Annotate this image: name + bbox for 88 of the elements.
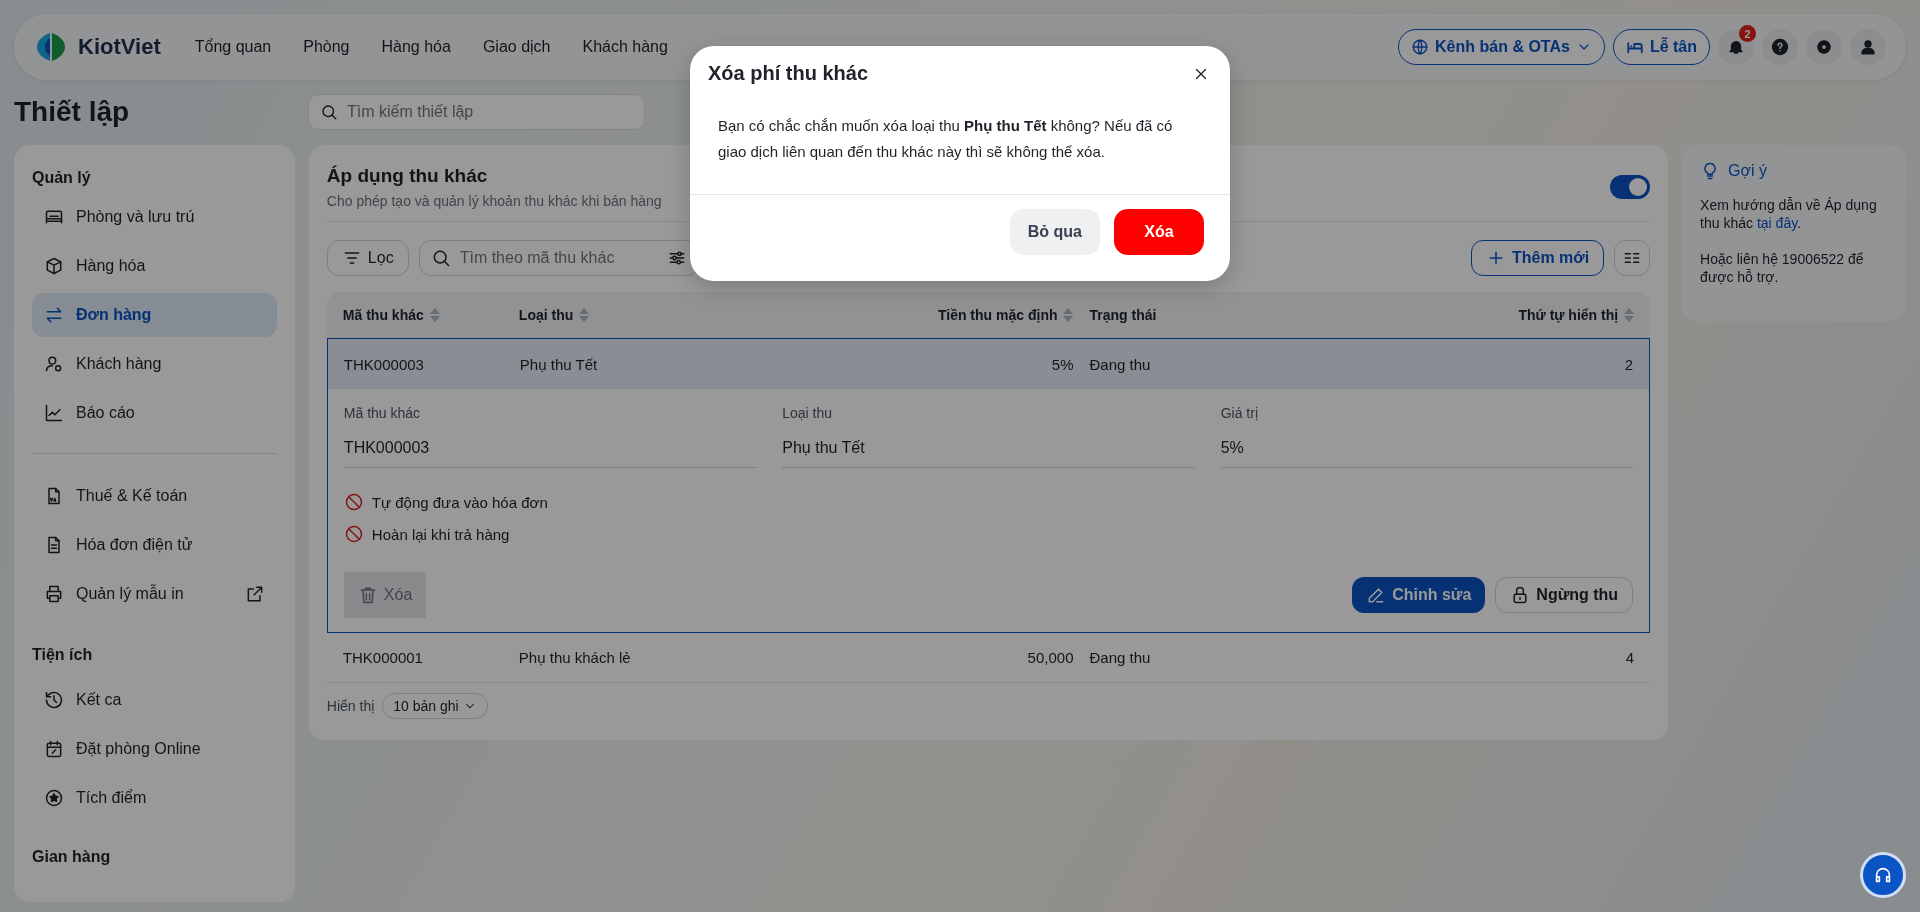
logo-icon	[34, 30, 68, 64]
option-label: Hoàn lại khi trả hàng	[371, 525, 510, 543]
sidebar-item[interactable]: Hóa đơn điện tử	[32, 523, 277, 567]
column-header: Thứ tự hiển thị	[1518, 307, 1619, 323]
field-label: Mã thu khác	[343, 405, 422, 421]
sidebar-item[interactable]: Kết ca	[32, 678, 277, 722]
settings-search-field[interactable]: Tìm kiếm thiết lập	[308, 94, 645, 130]
column-settings-button[interactable]	[1614, 240, 1651, 276]
nav-item[interactable]: Khách hàng	[570, 30, 680, 64]
guide-text: Xem hướng dẫn về Áp dụng thu khác tại đây.	[1700, 195, 1878, 233]
page-size-label: Hiển thị	[326, 698, 375, 714]
sidebar-section-title: Tiện ích	[32, 646, 94, 664]
dialog-message: Bạn có chắc chắn muốn xóa loại thu Phụ thu Tết không? Nếu đã có giao dịch liên quan đến thu khác này thì sẽ không thể xóa.	[690, 85, 1230, 195]
arrows-icon	[44, 305, 64, 325]
table-cell: 4	[1625, 649, 1635, 666]
stop-button[interactable]: Ngừng thu	[1495, 577, 1634, 613]
field-value: Phụ thu Tết	[782, 431, 1195, 468]
table-cell: 5%	[1051, 355, 1074, 373]
calendar-icon	[44, 739, 64, 759]
table-cell: THK000001	[342, 649, 423, 666]
table-cell: THK000003	[343, 355, 424, 373]
sidebar-item[interactable]: Tích điểm	[32, 776, 277, 820]
dialog-title: Xóa phí thu khác	[708, 62, 869, 85]
help-icon	[1771, 38, 1789, 56]
sidebar-item[interactable]: Đơn hàng	[32, 293, 277, 337]
table-cell: Đang thu	[1089, 649, 1151, 666]
help-button[interactable]	[1762, 29, 1798, 65]
brand-name: KiotViet	[78, 34, 161, 60]
table-cell: 50,000	[1027, 649, 1074, 666]
table-cell: Phụ thu khách lẻ	[518, 649, 631, 666]
history-icon	[44, 690, 64, 710]
globe-icon	[1411, 38, 1430, 56]
chart-icon	[44, 403, 64, 423]
field-label: Loại thu	[782, 405, 834, 421]
user-icon	[1859, 38, 1877, 56]
support-chat-button[interactable]	[1860, 852, 1906, 898]
column-header: Trạng thái	[1089, 307, 1157, 323]
sidebar-item[interactable]: Thuế & Kế toán	[32, 474, 277, 518]
sidebar-section-title: Gian hàng	[32, 848, 112, 866]
field-value: 5%	[1220, 431, 1634, 468]
account-button[interactable]	[1850, 29, 1886, 65]
sidebar-section-title: Quản lý	[32, 169, 92, 187]
star-circle-icon	[44, 788, 64, 808]
cancel-button[interactable]: Bỏ qua	[1009, 208, 1100, 255]
nav-item[interactable]: Phòng	[291, 30, 362, 64]
filter-button[interactable]: Lọc	[326, 240, 409, 276]
channel-button[interactable]: Kênh bán & OTAs	[1398, 29, 1605, 65]
section-description: Cho phép tạo và quản lý khoản thu khác khi bán hàng	[326, 193, 662, 209]
bed-icon	[44, 207, 64, 227]
contact-text: Hoặc liên hệ 19006522 để được hỗ trợ.	[1700, 250, 1865, 287]
table-cell: Phụ thu Tết	[519, 355, 598, 373]
sidebar-item[interactable]: Báo cáo	[32, 391, 277, 435]
sort-icon	[429, 308, 440, 322]
nav-item[interactable]: Hàng hóa	[369, 30, 463, 64]
sidebar-item[interactable]: Đặt phòng Online	[32, 727, 277, 771]
option-label: Tự động đưa vào hóa đơn	[371, 493, 548, 511]
column-header: Loại thu	[518, 307, 574, 323]
section-title: Áp dụng thu khác	[326, 165, 489, 187]
user-icon	[44, 354, 64, 374]
nav-item[interactable]: Tổng quan	[182, 30, 284, 64]
confirm-delete-button[interactable]: Xóa	[1114, 208, 1204, 255]
bell-icon	[1727, 38, 1745, 56]
nav-item[interactable]: Giao dịch	[470, 30, 563, 64]
settings-button[interactable]	[1806, 29, 1842, 65]
hint-title: Gợi ý	[1728, 161, 1768, 181]
sidebar-item[interactable]: Phòng và lưu trú	[32, 195, 277, 239]
page-title: Thiết lập	[14, 96, 131, 128]
add-button[interactable]: Thêm mới	[1470, 240, 1605, 276]
column-header: Tiền thu mặc định	[937, 307, 1058, 323]
field-label: Giá trị	[1220, 405, 1260, 421]
field-value: THK000003	[343, 431, 757, 468]
column-header: Mã thu khác	[342, 307, 424, 323]
table-cell: Đang thu	[1089, 355, 1151, 373]
table-cell: 2	[1624, 355, 1634, 373]
box-icon	[44, 256, 64, 276]
reception-button[interactable]: Lễ tân	[1612, 29, 1710, 65]
edit-button[interactable]: Chỉnh sửa	[1352, 577, 1486, 613]
sort-icon	[1624, 308, 1635, 322]
sort-icon	[1063, 308, 1074, 322]
sidebar-item[interactable]: Quản lý mẫu in	[32, 572, 277, 616]
search-icon	[320, 103, 338, 121]
sort-icon	[579, 308, 590, 322]
enable-toggle[interactable]	[1610, 175, 1651, 199]
page-size-select[interactable]: 10 bản ghi	[382, 693, 488, 719]
printer-icon	[44, 584, 64, 604]
notification-badge: 2	[1739, 25, 1756, 42]
sidebar-item[interactable]: Khách hàng	[32, 342, 277, 386]
sidebar-item[interactable]: Hàng hóa	[32, 244, 277, 288]
